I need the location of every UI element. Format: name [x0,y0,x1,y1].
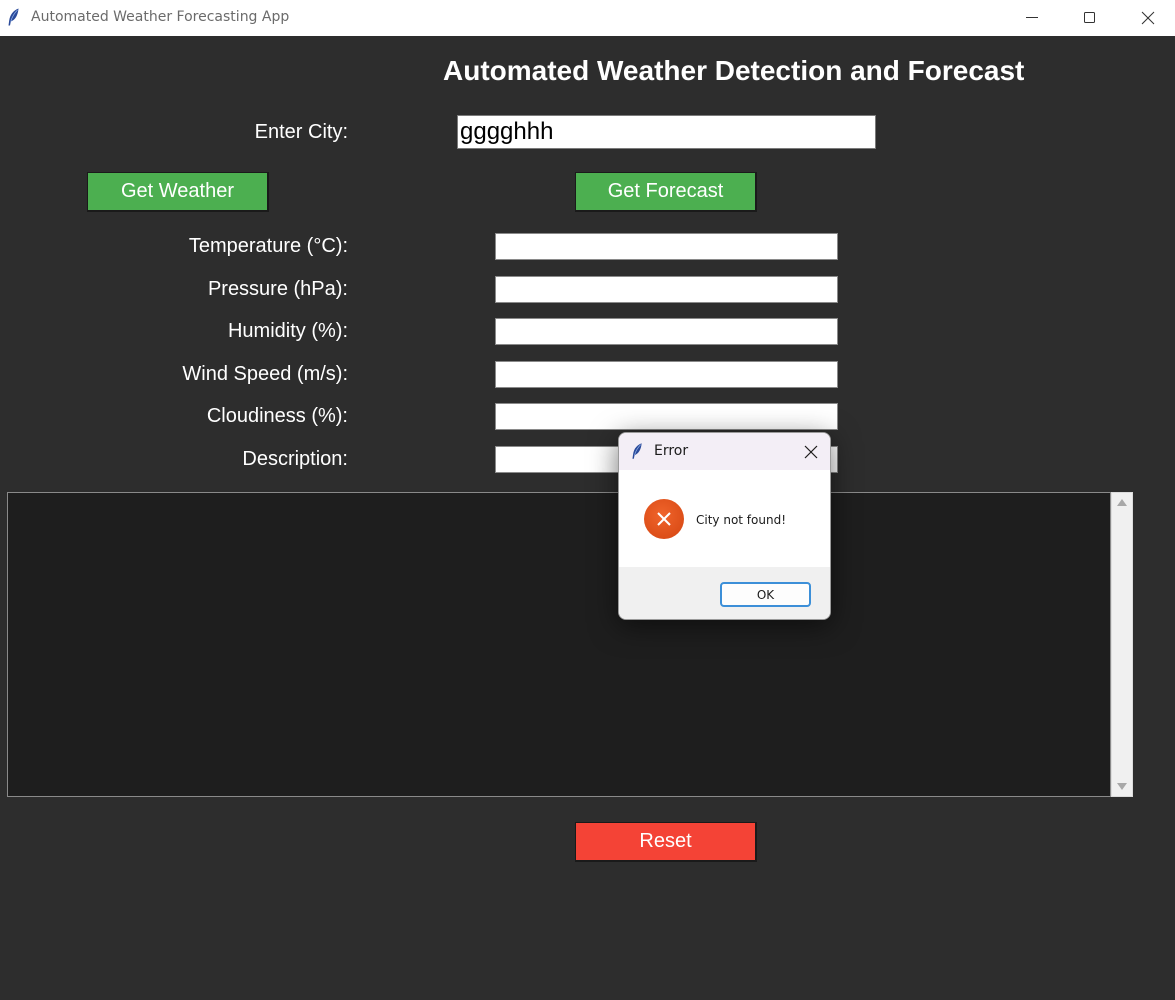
error-dialog[interactable]: Error City not found! OK [618,432,831,620]
feather-icon [8,8,20,26]
humidity-label: Humidity (%): [227,320,348,342]
maximize-icon [1084,12,1095,23]
cloudiness-label: Cloudiness (%): [206,405,348,427]
dialog-titlebar[interactable]: Error [619,433,830,470]
city-input[interactable] [457,115,876,149]
dialog-message: City not found! [696,513,787,527]
scroll-up-arrow-icon[interactable] [1117,499,1127,506]
scroll-down-arrow-icon[interactable] [1117,783,1127,790]
reset-button[interactable]: Reset [575,822,757,862]
get-weather-button[interactable]: Get Weather [87,172,269,212]
window-titlebar[interactable]: Automated Weather Forecasting App [0,0,1175,36]
pressure-field[interactable] [495,276,838,303]
dialog-footer: OK [619,567,830,619]
close-icon [1141,11,1155,25]
page-title: Automated Weather Detection and Forecast [443,55,1025,86]
window-title: Automated Weather Forecasting App [31,9,290,25]
error-x-icon [644,499,684,539]
city-label: Enter City: [254,121,348,143]
dialog-title: Error [654,443,689,459]
minimize-icon [1026,17,1038,18]
forecast-text-area[interactable] [7,492,1111,797]
pressure-label: Pressure (hPa): [207,278,348,300]
close-button[interactable] [1119,0,1175,36]
maximize-button[interactable] [1061,0,1119,36]
ok-button[interactable]: OK [720,582,811,607]
feather-icon [632,442,643,460]
forecast-scrollbar[interactable] [1111,492,1133,797]
minimize-button[interactable] [1003,0,1061,36]
dialog-close-button[interactable] [796,439,826,465]
close-icon [804,445,818,459]
temperature-field[interactable] [495,233,838,260]
wind-speed-field[interactable] [495,361,838,388]
humidity-field[interactable] [495,318,838,345]
description-label: Description: [242,448,348,470]
temperature-label: Temperature (°C): [188,235,348,257]
wind-speed-label: Wind Speed (m/s): [182,363,348,385]
cloudiness-field[interactable] [495,403,838,430]
get-forecast-button[interactable]: Get Forecast [575,172,757,212]
